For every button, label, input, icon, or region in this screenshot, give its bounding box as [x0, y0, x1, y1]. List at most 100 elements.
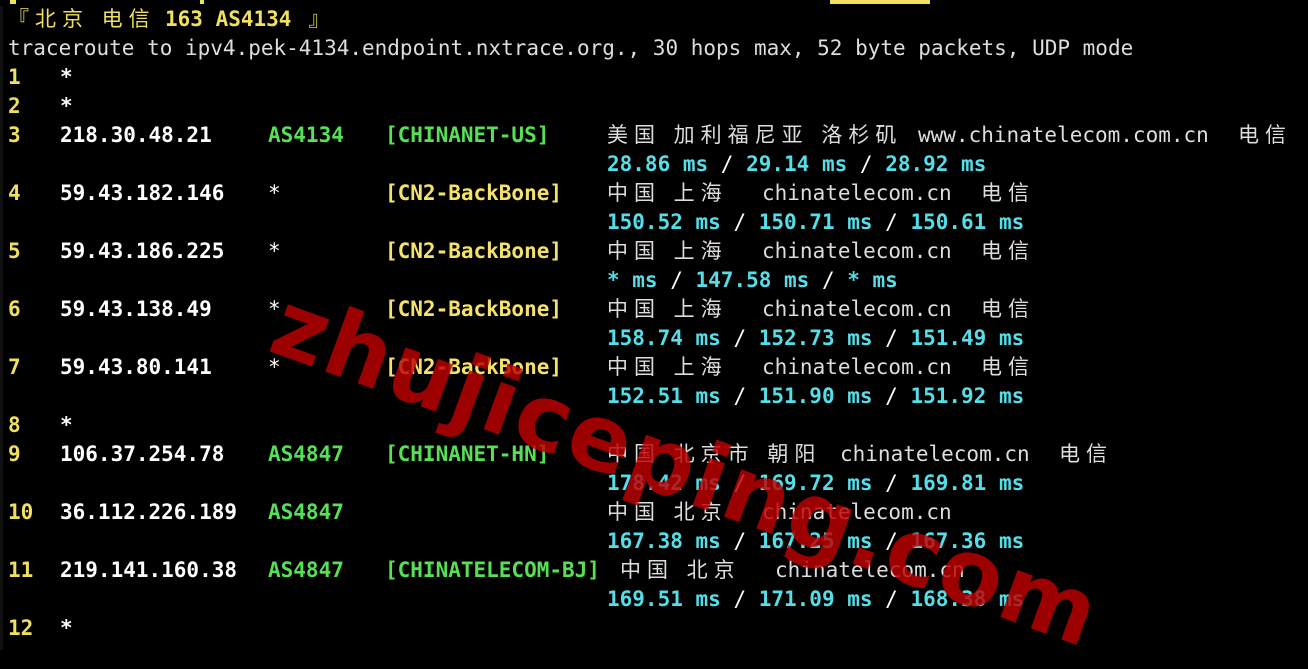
- terminal-window: 『北京 电信 163 AS4134 』 traceroute to ipv4.p…: [0, 0, 1308, 669]
- hop-network-tag: [CN2-BackBone]: [385, 239, 563, 263]
- rtt-separator: /: [720, 210, 759, 234]
- hop-ip: 106.37.254.78: [60, 442, 225, 466]
- rtt-group: 150.52 ms / 150.71 ms / 150.61 ms: [607, 208, 1024, 237]
- rtt-value: 151.49 ms: [910, 326, 1025, 350]
- rtt-separator: /: [720, 384, 759, 408]
- hop-isp: 电信: [1059, 442, 1113, 466]
- hop-isp: 电信: [981, 239, 1035, 263]
- rtt-group: 167.38 ms / 167.25 ms / 167.36 ms: [607, 527, 1024, 556]
- hop-asn: AS4134: [268, 123, 344, 147]
- rtt-separator: /: [809, 268, 848, 292]
- rtt-value: 169.51 ms: [607, 587, 721, 611]
- hop-domain: chinatelecom.cn: [775, 558, 965, 582]
- hop-network-tag: [CN2-BackBone]: [385, 355, 563, 379]
- rtt-value: 178.42 ms: [607, 471, 721, 495]
- rtt-separator: /: [872, 384, 911, 408]
- rtt-separator: /: [720, 587, 759, 611]
- rtt-value: 167.38 ms: [607, 529, 721, 553]
- header-asn: 163 AS4134: [165, 7, 292, 31]
- rtt-value: 169.72 ms: [758, 471, 873, 495]
- hop-number: 6: [8, 297, 21, 321]
- rtt-value: 151.92 ms: [910, 384, 1025, 408]
- hop-geolocation: 中国 北京市 朝阳: [607, 442, 822, 466]
- hop-asn: *: [268, 297, 281, 321]
- hop-domain: chinatelecom.cn: [762, 181, 952, 205]
- hop-geolocation: 中国 上海: [607, 181, 728, 205]
- rtt-separator: /: [720, 471, 759, 495]
- rtt-separator: /: [657, 268, 696, 292]
- rtt-separator: /: [872, 210, 911, 234]
- hop-domain: chinatelecom.cn: [762, 297, 952, 321]
- hop-asn: *: [268, 239, 281, 263]
- hop-geolocation: 中国 北京: [607, 500, 728, 524]
- hop-ip: 36.112.226.189: [60, 500, 238, 524]
- rtt-group: * ms / 147.58 ms / * ms: [607, 266, 898, 295]
- hop-number: 9: [8, 442, 21, 466]
- rtt-value: 150.61 ms: [910, 210, 1025, 234]
- hop-ip: *: [60, 94, 73, 118]
- hop-isp: 电信: [1238, 123, 1292, 147]
- hop-isp: 电信: [981, 181, 1035, 205]
- hop-geolocation: 中国 上海: [607, 297, 728, 321]
- hop-number: 8: [8, 413, 21, 437]
- rtt-separator: /: [872, 529, 911, 553]
- hop-number: 7: [8, 355, 21, 379]
- hop-ip: 59.43.138.49: [60, 297, 212, 321]
- hop-ip: *: [60, 413, 73, 437]
- hop-asn: AS4847: [268, 558, 344, 582]
- hop-ip: 59.43.186.225: [60, 239, 225, 263]
- rtt-value: 168.38 ms: [910, 587, 1025, 611]
- hop-number: 3: [8, 123, 21, 147]
- hop-asn: *: [268, 181, 281, 205]
- rtt-separator: /: [720, 326, 759, 350]
- rtt-value: * ms: [607, 268, 658, 292]
- rtt-value: 152.73 ms: [758, 326, 873, 350]
- hop-network-tag: [CHINANET-US]: [385, 123, 550, 147]
- rtt-value: 28.92 ms: [885, 152, 987, 176]
- hop-number: 11: [8, 558, 34, 582]
- rtt-value: * ms: [847, 268, 898, 292]
- rtt-group: 28.86 ms / 29.14 ms / 28.92 ms: [607, 150, 986, 179]
- hop-domain: www.chinatelecom.com.cn: [918, 123, 1209, 147]
- hop-asn: AS4847: [268, 500, 344, 524]
- hop-geolocation: 中国 上海: [607, 355, 728, 379]
- hop-asn: *: [268, 355, 281, 379]
- rtt-separator: /: [847, 152, 886, 176]
- rtt-separator: /: [872, 471, 911, 495]
- hop-ip: 219.141.160.38: [60, 558, 238, 582]
- hop-number: 5: [8, 239, 21, 263]
- rtt-value: 28.86 ms: [607, 152, 709, 176]
- rtt-value: 158.74 ms: [607, 326, 721, 350]
- rtt-value: 147.58 ms: [695, 268, 810, 292]
- rtt-value: 150.71 ms: [758, 210, 873, 234]
- rtt-separator: /: [872, 587, 911, 611]
- hop-geolocation: 中国 北京: [620, 558, 741, 582]
- hop-domain: chinatelecom.cn: [762, 500, 952, 524]
- hop-domain: chinatelecom.cn: [762, 239, 952, 263]
- rtt-value: 29.14 ms: [746, 152, 848, 176]
- hop-ip: *: [60, 616, 73, 640]
- hop-isp: 电信: [981, 355, 1035, 379]
- hop-ip: *: [60, 65, 73, 89]
- rtt-value: 169.81 ms: [910, 471, 1025, 495]
- rtt-value: 167.25 ms: [758, 529, 873, 553]
- hop-number: 4: [8, 181, 21, 205]
- rtt-group: 158.74 ms / 152.73 ms / 151.49 ms: [607, 324, 1024, 353]
- command-line: traceroute to ipv4.pek-4134.endpoint.nxt…: [0, 34, 1133, 63]
- rtt-group: 152.51 ms / 151.90 ms / 151.92 ms: [607, 382, 1024, 411]
- header-location: 『北京 电信: [8, 7, 169, 31]
- rtt-value: 167.36 ms: [910, 529, 1025, 553]
- rtt-value: 150.52 ms: [607, 210, 721, 234]
- hop-geolocation: 美国 加利福尼亚 洛杉矶: [607, 123, 903, 147]
- hop-number: 10: [8, 500, 34, 524]
- command-text: traceroute to ipv4.pek-4134.endpoint.nxt…: [8, 36, 1134, 60]
- hop-domain: chinatelecom.cn: [762, 355, 952, 379]
- rtt-separator: /: [872, 326, 911, 350]
- hop-network-tag: [CHINATELECOM-BJ]: [385, 558, 600, 582]
- hop-network-tag: [CHINANET-HN]: [385, 442, 550, 466]
- rtt-value: 152.51 ms: [607, 384, 721, 408]
- rtt-value: 171.09 ms: [758, 587, 873, 611]
- hop-number: 2: [8, 94, 21, 118]
- header-close-bracket: 』: [296, 7, 336, 31]
- hop-isp: 电信: [981, 297, 1035, 321]
